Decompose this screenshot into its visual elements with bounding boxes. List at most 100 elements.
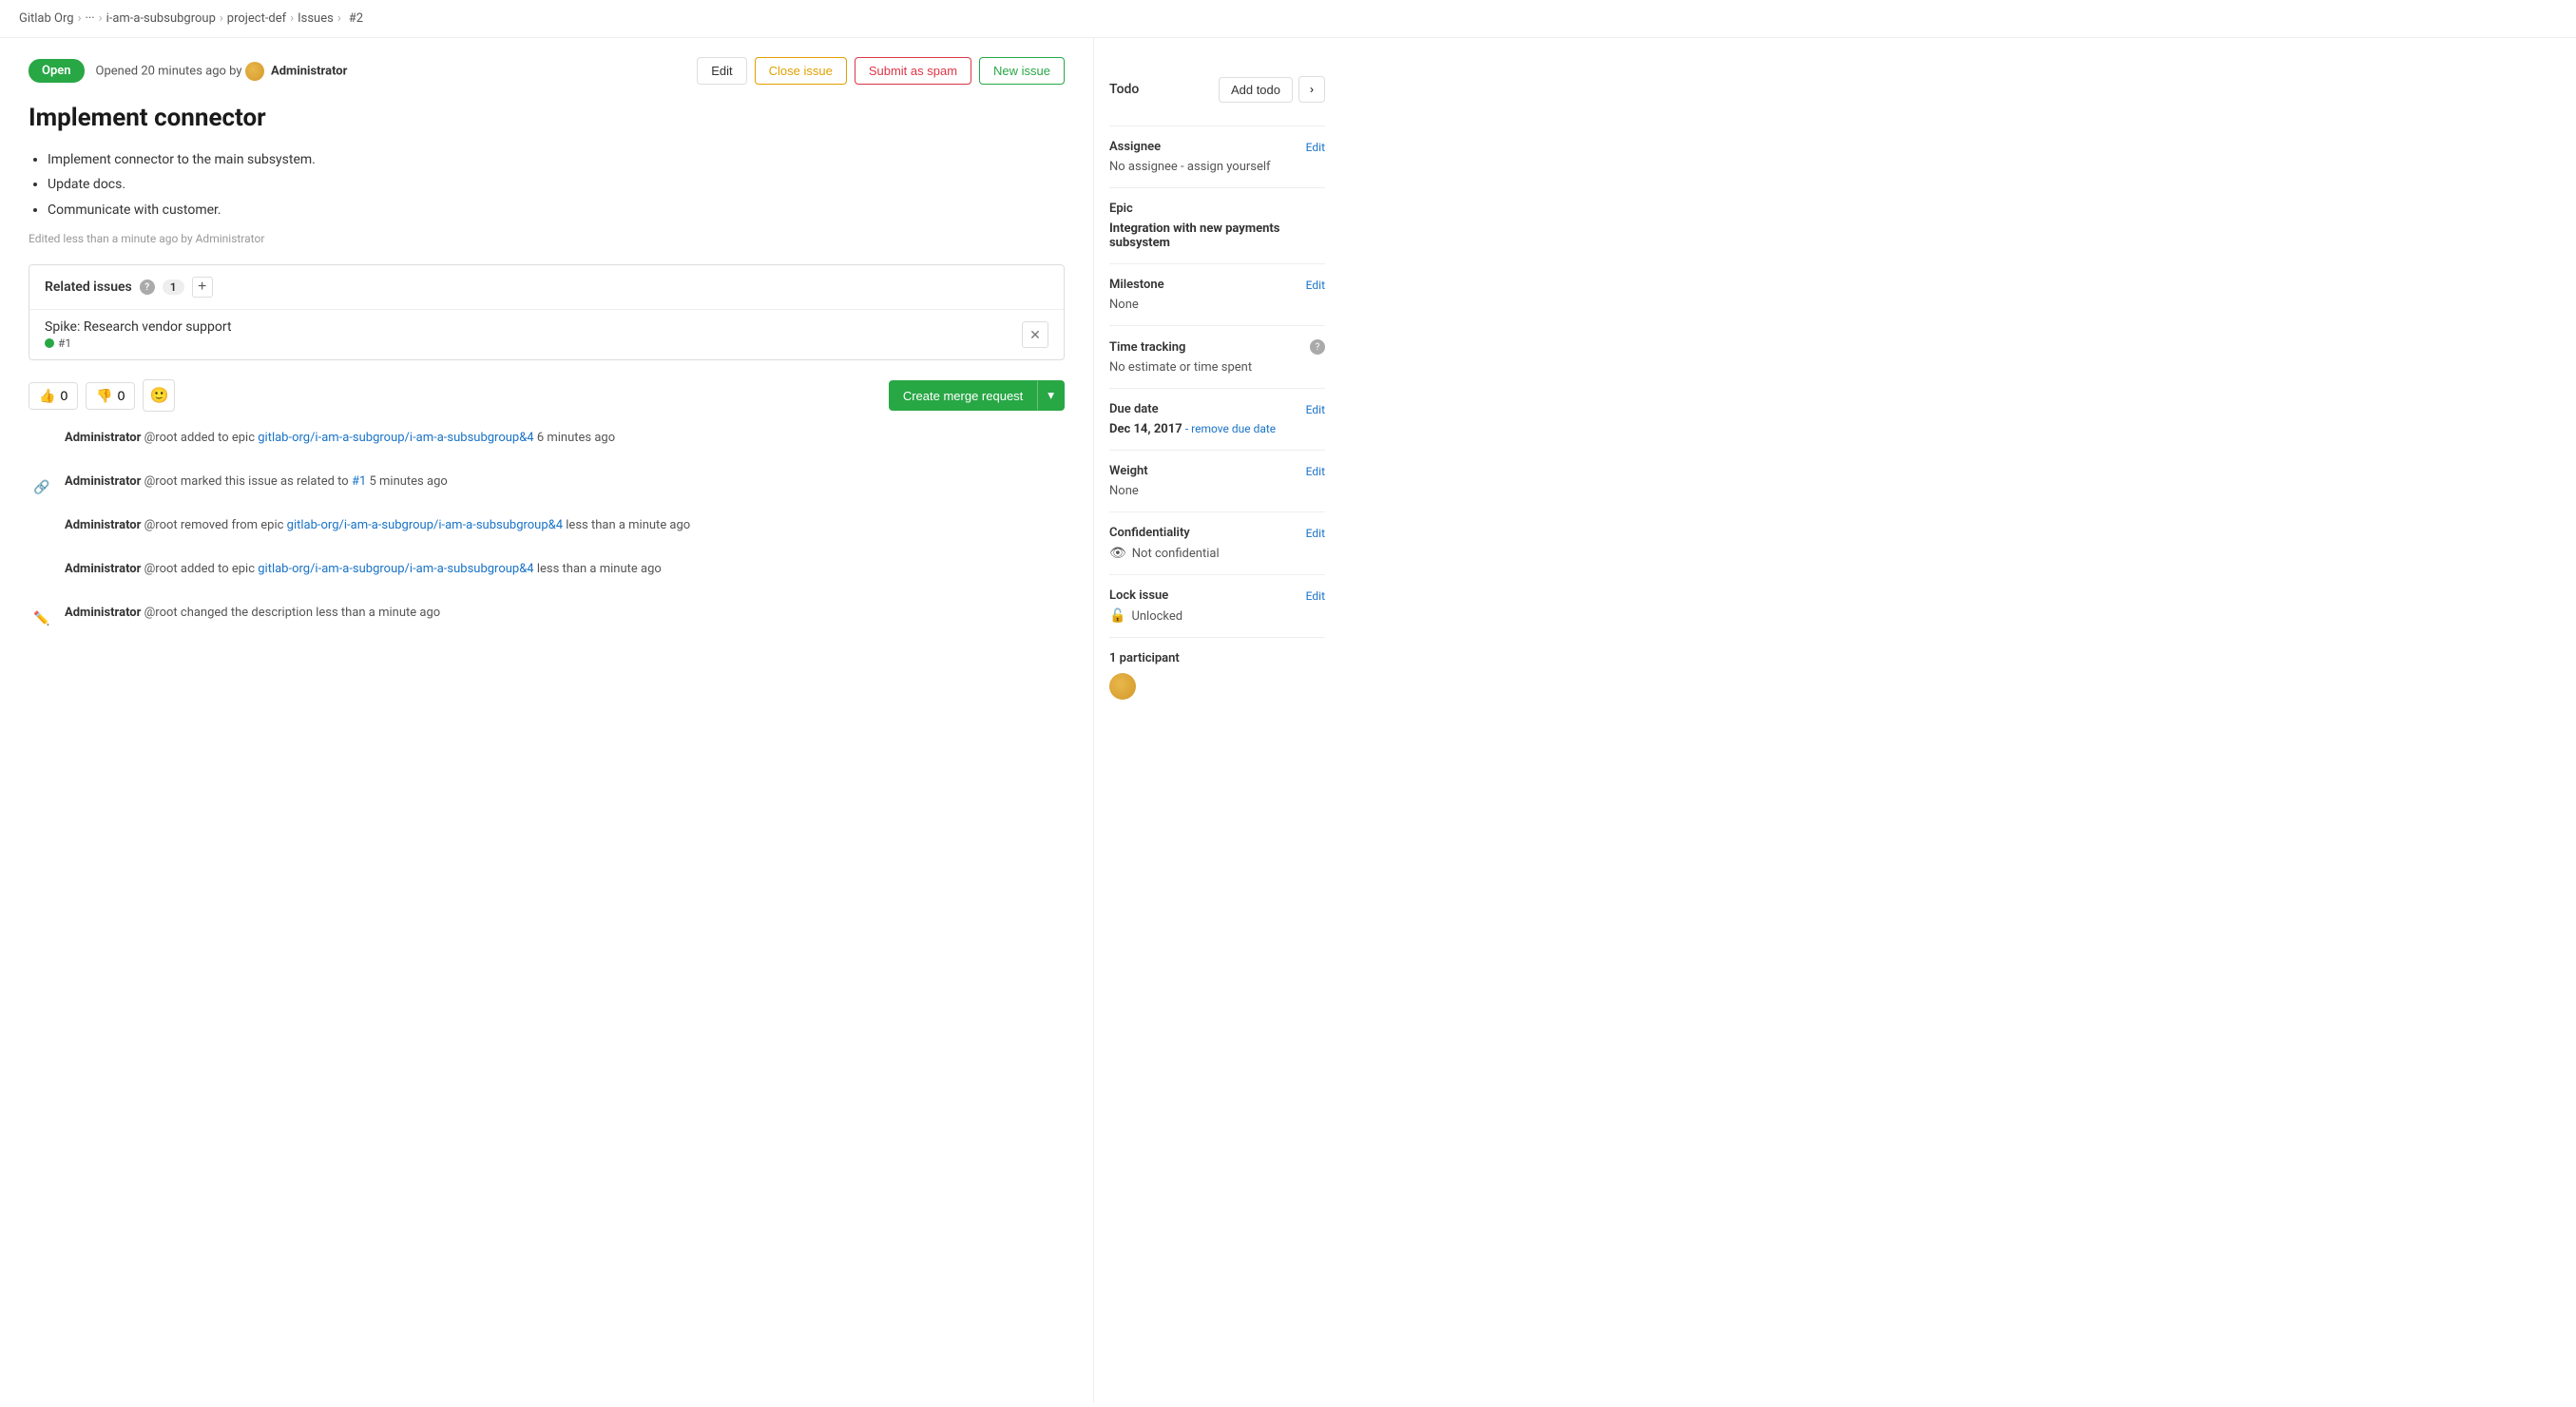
activity-text-0: Administrator @root added to epic gitlab… [65, 431, 615, 445]
confidentiality-value: Not confidential [1132, 547, 1220, 561]
activity-icon-0 [29, 431, 55, 457]
activity-icon-3 [29, 562, 55, 588]
weight-label: Weight [1109, 464, 1148, 478]
epic-label: Epic [1109, 202, 1133, 216]
activity-text-1: Administrator @root marked this issue as… [65, 474, 448, 489]
breadcrumb-issue-number: #2 [349, 11, 363, 26]
thumbs-up-button[interactable]: 👍 0 [29, 382, 78, 410]
weight-section: Weight Edit None [1109, 451, 1325, 512]
related-issue-title: Spike: Research vendor support [45, 319, 232, 335]
eye-icon: 👁 [1109, 546, 1126, 561]
thumbs-down-count: 0 [118, 388, 125, 403]
time-tracking-section: Time tracking ? No estimate or time spen… [1109, 326, 1325, 389]
activity-text-3: Administrator @root added to epic gitlab… [65, 562, 662, 576]
new-issue-button[interactable]: New issue [979, 57, 1065, 85]
milestone-value: None [1109, 298, 1325, 312]
todo-row: Todo Add todo › [1109, 67, 1325, 112]
edit-button[interactable]: Edit [697, 57, 746, 85]
edited-note: Edited less than a minute ago by Adminis… [29, 232, 1065, 245]
body-item-1: Implement connector to the main subsyste… [48, 149, 1065, 170]
related-issues-label: Related issues [45, 279, 132, 295]
breadcrumb-project[interactable]: project-def [227, 11, 286, 26]
epic-row: Epic [1109, 202, 1325, 216]
related-issues-box: Related issues ? 1 + Spike: Research ven… [29, 264, 1065, 360]
activity-item-3: Administrator @root added to epic gitlab… [29, 562, 1065, 588]
activity-item: Administrator @root added to epic gitlab… [29, 431, 1065, 457]
todo-label: Todo [1109, 82, 1139, 97]
related-issue-item: Spike: Research vendor support #1 ✕ [29, 310, 1064, 359]
assignee-edit-link[interactable]: Edit [1306, 141, 1325, 154]
lock-issue-label: Lock issue [1109, 588, 1168, 603]
activity-link-0[interactable]: gitlab-org/i-am-a-subgroup/i-am-a-subsub… [258, 431, 533, 445]
participants-section: 1 participant [1109, 638, 1325, 717]
breadcrumb-gitlab-org[interactable]: Gitlab Org [19, 11, 74, 26]
participants-count: 1 participant [1109, 651, 1325, 665]
add-related-issue-button[interactable]: + [192, 277, 213, 298]
activity-link-3[interactable]: gitlab-org/i-am-a-subgroup/i-am-a-subsub… [258, 562, 533, 576]
milestone-row: Milestone Edit [1109, 278, 1325, 292]
related-issues-count: 1 [163, 279, 184, 295]
epic-section: Epic Integration with new payments subsy… [1109, 188, 1325, 264]
assignee-label: Assignee [1109, 140, 1161, 154]
remove-due-date-link[interactable]: - remove due date [1185, 422, 1276, 435]
sidebar: Todo Add todo › Assignee Edit No assigne… [1093, 38, 1340, 1403]
close-issue-button[interactable]: Close issue [755, 57, 847, 85]
issue-meta: Opened 20 minutes ago by Administrator [96, 62, 686, 81]
confidentiality-edit-link[interactable]: Edit [1306, 527, 1325, 540]
merge-request-btn-group: Create merge request ▾ [889, 380, 1065, 411]
time-tracking-help-icon[interactable]: ? [1310, 339, 1325, 355]
content-area: Open Opened 20 minutes ago by Administra… [0, 38, 1093, 1403]
confidentiality-value-row: 👁 Not confidential [1109, 546, 1325, 561]
due-date-label: Due date [1109, 402, 1159, 416]
weight-row: Weight Edit [1109, 464, 1325, 478]
body-item-3: Communicate with customer. [48, 200, 1065, 221]
epic-value: Integration with new payments subsystem [1109, 222, 1325, 250]
issue-body: Implement connector to the main subsyste… [29, 149, 1065, 221]
breadcrumb: Gitlab Org › ··· › i-am-a-subsubgroup › … [0, 0, 2576, 38]
activity-link-1[interactable]: #1 [352, 474, 366, 489]
lock-issue-row: Lock issue Edit [1109, 588, 1325, 603]
create-merge-request-button[interactable]: Create merge request [889, 380, 1037, 411]
merge-request-dropdown-button[interactable]: ▾ [1037, 380, 1065, 411]
assignee-value: No assignee - assign yourself [1109, 160, 1325, 174]
remove-related-issue-button[interactable]: ✕ [1022, 321, 1048, 348]
activity-item-1: 🔗 Administrator @root marked this issue … [29, 474, 1065, 501]
add-todo-button[interactable]: Add todo [1219, 77, 1293, 103]
activity-log: Administrator @root added to epic gitlab… [29, 431, 1065, 632]
breadcrumb-ellipsis[interactable]: ··· [85, 11, 94, 26]
lock-issue-section: Lock issue Edit 🔓 Unlocked [1109, 575, 1325, 638]
weight-edit-link[interactable]: Edit [1306, 465, 1325, 478]
breadcrumb-issues[interactable]: Issues [298, 11, 334, 26]
due-date-value: Dec 14, 2017 [1109, 422, 1182, 436]
lock-issue-edit-link[interactable]: Edit [1306, 589, 1325, 603]
link-icon: 🔗 [29, 474, 55, 501]
milestone-edit-link[interactable]: Edit [1306, 279, 1325, 292]
activity-text-2: Administrator @root removed from epic gi… [65, 518, 690, 532]
todo-chevron-button[interactable]: › [1298, 76, 1325, 103]
status-badge: Open [29, 59, 85, 83]
milestone-label: Milestone [1109, 278, 1164, 292]
submit-spam-button[interactable]: Submit as spam [855, 57, 971, 85]
due-date-row: Due date Edit [1109, 402, 1325, 416]
confidentiality-row: Confidentiality Edit [1109, 526, 1325, 540]
activity-icon-2 [29, 518, 55, 545]
related-issues-help-icon[interactable]: ? [140, 279, 155, 295]
time-tracking-label: Time tracking [1109, 340, 1185, 355]
breadcrumb-subsubgroup[interactable]: i-am-a-subsubgroup [106, 11, 216, 26]
participant-avatar [1109, 673, 1136, 700]
open-dot-icon [45, 338, 54, 348]
due-date-edit-link[interactable]: Edit [1306, 403, 1325, 416]
assignee-section: Assignee Edit No assignee - assign yours… [1109, 126, 1325, 188]
assignee-row: Assignee Edit [1109, 140, 1325, 154]
todo-actions: Add todo › [1219, 76, 1325, 103]
lock-icon: 🔓 [1109, 608, 1125, 624]
activity-link-2[interactable]: gitlab-org/i-am-a-subgroup/i-am-a-subsub… [287, 518, 563, 532]
lock-issue-value-row: 🔓 Unlocked [1109, 608, 1325, 624]
thumbs-down-button[interactable]: 👎 0 [86, 382, 135, 410]
emoji-picker-button[interactable]: 🙂 [143, 379, 175, 412]
due-date-value-row: Dec 14, 2017 - remove due date [1109, 422, 1325, 436]
issue-header: Open Opened 20 minutes ago by Administra… [29, 57, 1065, 85]
header-actions: Edit Close issue Submit as spam New issu… [697, 57, 1065, 85]
activity-item-4: ✏️ Administrator @root changed the descr… [29, 606, 1065, 632]
time-tracking-value: No estimate or time spent [1109, 360, 1325, 375]
